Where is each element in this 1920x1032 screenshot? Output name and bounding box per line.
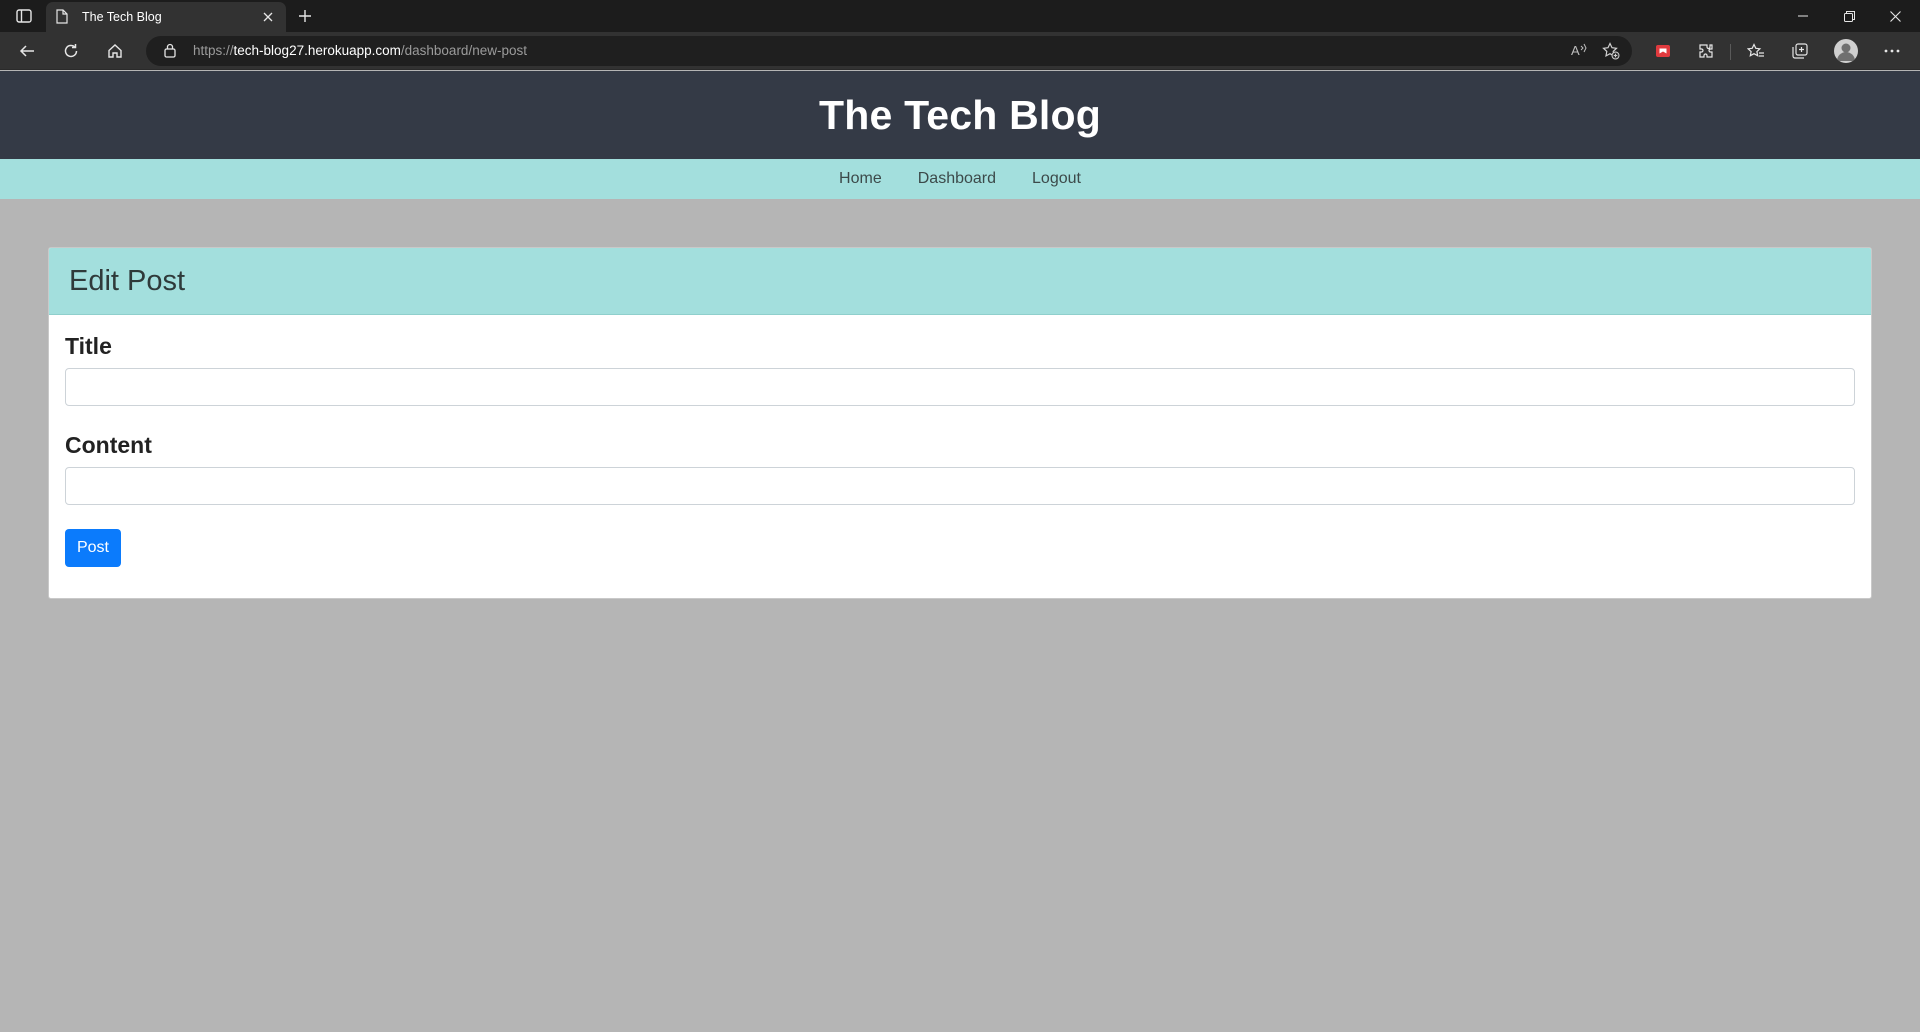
address-bar[interactable]: https://tech-blog27.herokuapp.com/dashbo… bbox=[146, 36, 1632, 66]
content-field-group: Content bbox=[65, 432, 1855, 505]
read-aloud-icon[interactable]: A bbox=[1570, 42, 1588, 63]
title-label: Title bbox=[65, 333, 112, 359]
browser-tab[interactable]: The Tech Blog bbox=[46, 2, 286, 32]
card-title: Edit Post bbox=[69, 264, 186, 297]
title-input[interactable] bbox=[65, 368, 1855, 406]
restore-icon[interactable] bbox=[1826, 0, 1872, 32]
toolbar-separator bbox=[1730, 44, 1731, 60]
nav-logout-link[interactable]: Logout bbox=[1014, 170, 1099, 188]
refresh-icon[interactable] bbox=[57, 38, 85, 64]
nav-home-link[interactable]: Home bbox=[821, 170, 900, 188]
home-icon[interactable] bbox=[101, 38, 129, 64]
url-text[interactable]: https://tech-blog27.herokuapp.com/dashbo… bbox=[193, 43, 527, 58]
extensions-icon[interactable] bbox=[1692, 38, 1720, 64]
browser-toolbar: https://tech-blog27.herokuapp.com/dashbo… bbox=[0, 32, 1920, 70]
title-field-group: Title bbox=[65, 333, 1855, 406]
edit-post-card: Edit Post Title Content Post bbox=[48, 247, 1872, 599]
more-menu-icon[interactable] bbox=[1878, 38, 1906, 64]
collections-icon[interactable] bbox=[1786, 38, 1814, 64]
extension-red-icon[interactable] bbox=[1649, 38, 1677, 64]
content-label: Content bbox=[65, 432, 152, 458]
back-icon[interactable] bbox=[13, 38, 41, 64]
close-tab-icon[interactable] bbox=[260, 9, 276, 25]
tab-actions-icon[interactable] bbox=[12, 7, 36, 25]
page-icon bbox=[56, 9, 70, 25]
browser-tab-bar: The Tech Blog bbox=[0, 0, 1920, 32]
new-tab-icon[interactable] bbox=[294, 5, 316, 27]
favorites-icon[interactable] bbox=[1742, 38, 1770, 64]
nav-dashboard-link[interactable]: Dashboard bbox=[900, 170, 1014, 188]
svg-text:A: A bbox=[1571, 43, 1580, 58]
close-window-icon[interactable] bbox=[1872, 0, 1918, 32]
site-title: The Tech Blog bbox=[818, 91, 1101, 138]
site-nav: Home Dashboard Logout bbox=[0, 159, 1920, 199]
minimize-icon[interactable] bbox=[1780, 0, 1826, 32]
lock-icon[interactable] bbox=[164, 43, 176, 63]
site-header: The Tech Blog bbox=[0, 71, 1920, 159]
tab-title: The Tech Blog bbox=[82, 10, 162, 24]
content-input[interactable] bbox=[65, 467, 1855, 505]
post-button[interactable]: Post bbox=[65, 529, 121, 567]
card-body: Title Content Post bbox=[49, 315, 1871, 585]
add-favorite-icon[interactable] bbox=[1602, 42, 1620, 65]
profile-avatar[interactable] bbox=[1834, 39, 1858, 63]
card-header: Edit Post bbox=[49, 248, 1871, 315]
